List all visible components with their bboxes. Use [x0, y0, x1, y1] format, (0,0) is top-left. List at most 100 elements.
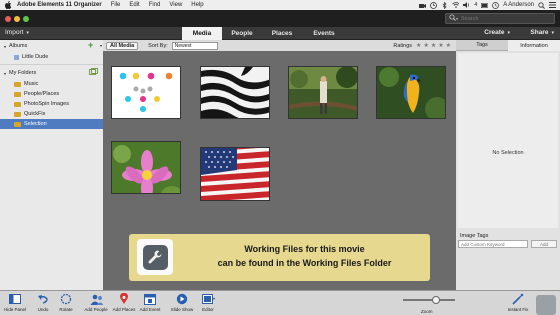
- tab-people[interactable]: People: [222, 27, 262, 40]
- camera-icon[interactable]: [419, 2, 427, 9]
- add-event-label: Add Event: [139, 307, 161, 312]
- search-input[interactable]: [461, 15, 551, 22]
- media-toolbar: All Media Sort By: Newest Ratings ★ ★ ★ …: [103, 40, 456, 51]
- calendar-icon: [144, 293, 157, 305]
- tab-media[interactable]: Media: [182, 27, 222, 40]
- custom-keyword-input[interactable]: [458, 240, 528, 248]
- menu-edit[interactable]: Edit: [129, 2, 139, 8]
- notification-center-icon[interactable]: [549, 2, 556, 9]
- menu-find[interactable]: Find: [149, 2, 161, 8]
- folder-item-photospin[interactable]: PhotoSpin Images: [0, 99, 103, 109]
- sort-by-select[interactable]: Newest: [171, 41, 218, 50]
- folders-header[interactable]: ▾ My Folders: [0, 67, 103, 79]
- albums-header[interactable]: ▾ Albums + ▾: [0, 40, 103, 52]
- folder-view-icon[interactable]: [89, 68, 98, 78]
- star-icon[interactable]: ★: [438, 42, 443, 49]
- chevron-down-icon[interactable]: ▾: [100, 43, 102, 48]
- chevron-down-icon: ▾: [26, 29, 29, 36]
- time-machine-icon[interactable]: [430, 1, 438, 9]
- media-thumbnail-forest-person[interactable]: [288, 66, 358, 119]
- instant-fix-button[interactable]: Instant Fix: [503, 293, 533, 312]
- editor-label: Editor: [202, 307, 214, 312]
- menu-file[interactable]: File: [111, 2, 121, 8]
- share-button[interactable]: Share ▾: [530, 29, 554, 36]
- disclosure-triangle-icon[interactable]: ▾: [4, 71, 6, 76]
- album-item-little-dude[interactable]: Little Dude: [0, 52, 103, 62]
- zoom-label: Zoom: [421, 309, 433, 314]
- star-icon[interactable]: ★: [416, 42, 421, 49]
- maximize-window-button[interactable]: [23, 15, 29, 22]
- information-pane: No Selection: [458, 53, 558, 228]
- instant-fix-label: Instant Fix: [507, 307, 529, 312]
- top-tabbar: Import ▾ Media People Places Events Crea…: [0, 27, 560, 40]
- play-icon: [176, 293, 189, 305]
- folder-item-label: QuickFix: [24, 111, 46, 117]
- left-panel: ▾ Albums + ▾ Little Dude ▾ My Folders Mu…: [0, 40, 103, 290]
- media-thumbnail-flower[interactable]: [111, 141, 181, 194]
- clock-icon[interactable]: [492, 1, 500, 9]
- bluetooth-icon[interactable]: [441, 1, 448, 9]
- app-name-menu[interactable]: Adobe Elements 11 Organizer: [17, 2, 102, 8]
- spotlight-search-icon[interactable]: [538, 1, 545, 9]
- wifi-icon[interactable]: [452, 2, 460, 9]
- folder-item-label: PhotoSpin Images: [24, 101, 69, 107]
- image-tags-header: Image Tags: [460, 232, 489, 239]
- tab-events[interactable]: Events: [302, 27, 346, 40]
- import-label: Import: [5, 29, 24, 36]
- all-media-button[interactable]: All Media: [106, 41, 139, 50]
- working-files-banner: Working Files for this movie can be foun…: [129, 234, 430, 281]
- banner-line-1: Working Files for this movie: [244, 244, 365, 254]
- user-name[interactable]: A Anderson: [503, 2, 534, 8]
- hide-panel-label: Hide Panel: [3, 307, 26, 312]
- add-tag-button[interactable]: Add: [531, 240, 557, 248]
- import-button[interactable]: Import ▾: [5, 29, 29, 36]
- minimize-window-button[interactable]: [14, 15, 20, 22]
- editor-button[interactable]: Editor: [193, 293, 223, 312]
- search-box[interactable]: ▾: [445, 13, 555, 24]
- media-thumbnail-dots[interactable]: [111, 66, 181, 119]
- zoom-slider-handle[interactable]: [432, 296, 440, 304]
- menu-help[interactable]: Help: [191, 2, 203, 8]
- image-tags-section: Image Tags Add: [458, 231, 558, 248]
- sort-value: Newest: [174, 42, 192, 49]
- add-event-button[interactable]: Add Event: [135, 293, 165, 312]
- close-window-button[interactable]: [5, 15, 11, 22]
- star-icon[interactable]: ★: [431, 42, 436, 49]
- media-thumbnail-zebra[interactable]: [200, 66, 270, 119]
- create-button[interactable]: Create ▾: [484, 29, 510, 36]
- star-icon[interactable]: ★: [423, 42, 428, 49]
- editor-icon: [201, 293, 215, 305]
- chevron-down-icon: ▾: [551, 29, 554, 36]
- battery-icon[interactable]: [481, 2, 489, 9]
- add-people-button[interactable]: Add People: [81, 293, 111, 312]
- volume-icon[interactable]: [463, 2, 470, 9]
- hide-panel-button[interactable]: Hide Panel: [0, 293, 30, 312]
- zoom-slider-track[interactable]: [403, 299, 455, 301]
- mac-menubar: Adobe Elements 11 Organizer File Edit Fi…: [0, 0, 560, 10]
- media-thumbnail-flag[interactable]: [200, 147, 270, 201]
- apple-icon[interactable]: [4, 1, 12, 9]
- search-dropdown-icon[interactable]: ▾: [456, 16, 458, 21]
- menu-view[interactable]: View: [169, 2, 182, 8]
- album-item-label: Little Dude: [22, 54, 49, 60]
- sort-by-label: Sort By:: [148, 42, 168, 49]
- star-icon[interactable]: ★: [446, 42, 451, 49]
- menubar-tray: 4 A Anderson: [419, 1, 556, 9]
- folder-item-music[interactable]: Music: [0, 79, 103, 89]
- banner-line-2: can be found in the Working Files Folder: [217, 258, 392, 268]
- tab-places[interactable]: Places: [262, 27, 302, 40]
- bottom-toolbar: Hide Panel Undo Rotate Add People Add Pl…: [0, 290, 560, 315]
- media-thumbnail-parrot[interactable]: [376, 66, 446, 119]
- rotate-label: Rotate: [59, 307, 73, 312]
- folder-item-quickfix[interactable]: QuickFix: [0, 109, 103, 119]
- tab-tags[interactable]: Tags: [456, 40, 508, 51]
- right-panel: Tags Information No Selection Image Tags…: [456, 40, 560, 290]
- rotate-button[interactable]: Rotate: [51, 293, 81, 312]
- folder-item-people-places[interactable]: People/Places: [0, 89, 103, 99]
- disclosure-triangle-icon[interactable]: ▾: [4, 44, 6, 49]
- folder-item-selection[interactable]: Selection: [0, 119, 103, 129]
- wrench-icon: [142, 244, 168, 270]
- tab-information[interactable]: Information: [508, 40, 560, 51]
- add-album-icon[interactable]: +: [88, 41, 97, 50]
- folder-icon: [14, 91, 21, 97]
